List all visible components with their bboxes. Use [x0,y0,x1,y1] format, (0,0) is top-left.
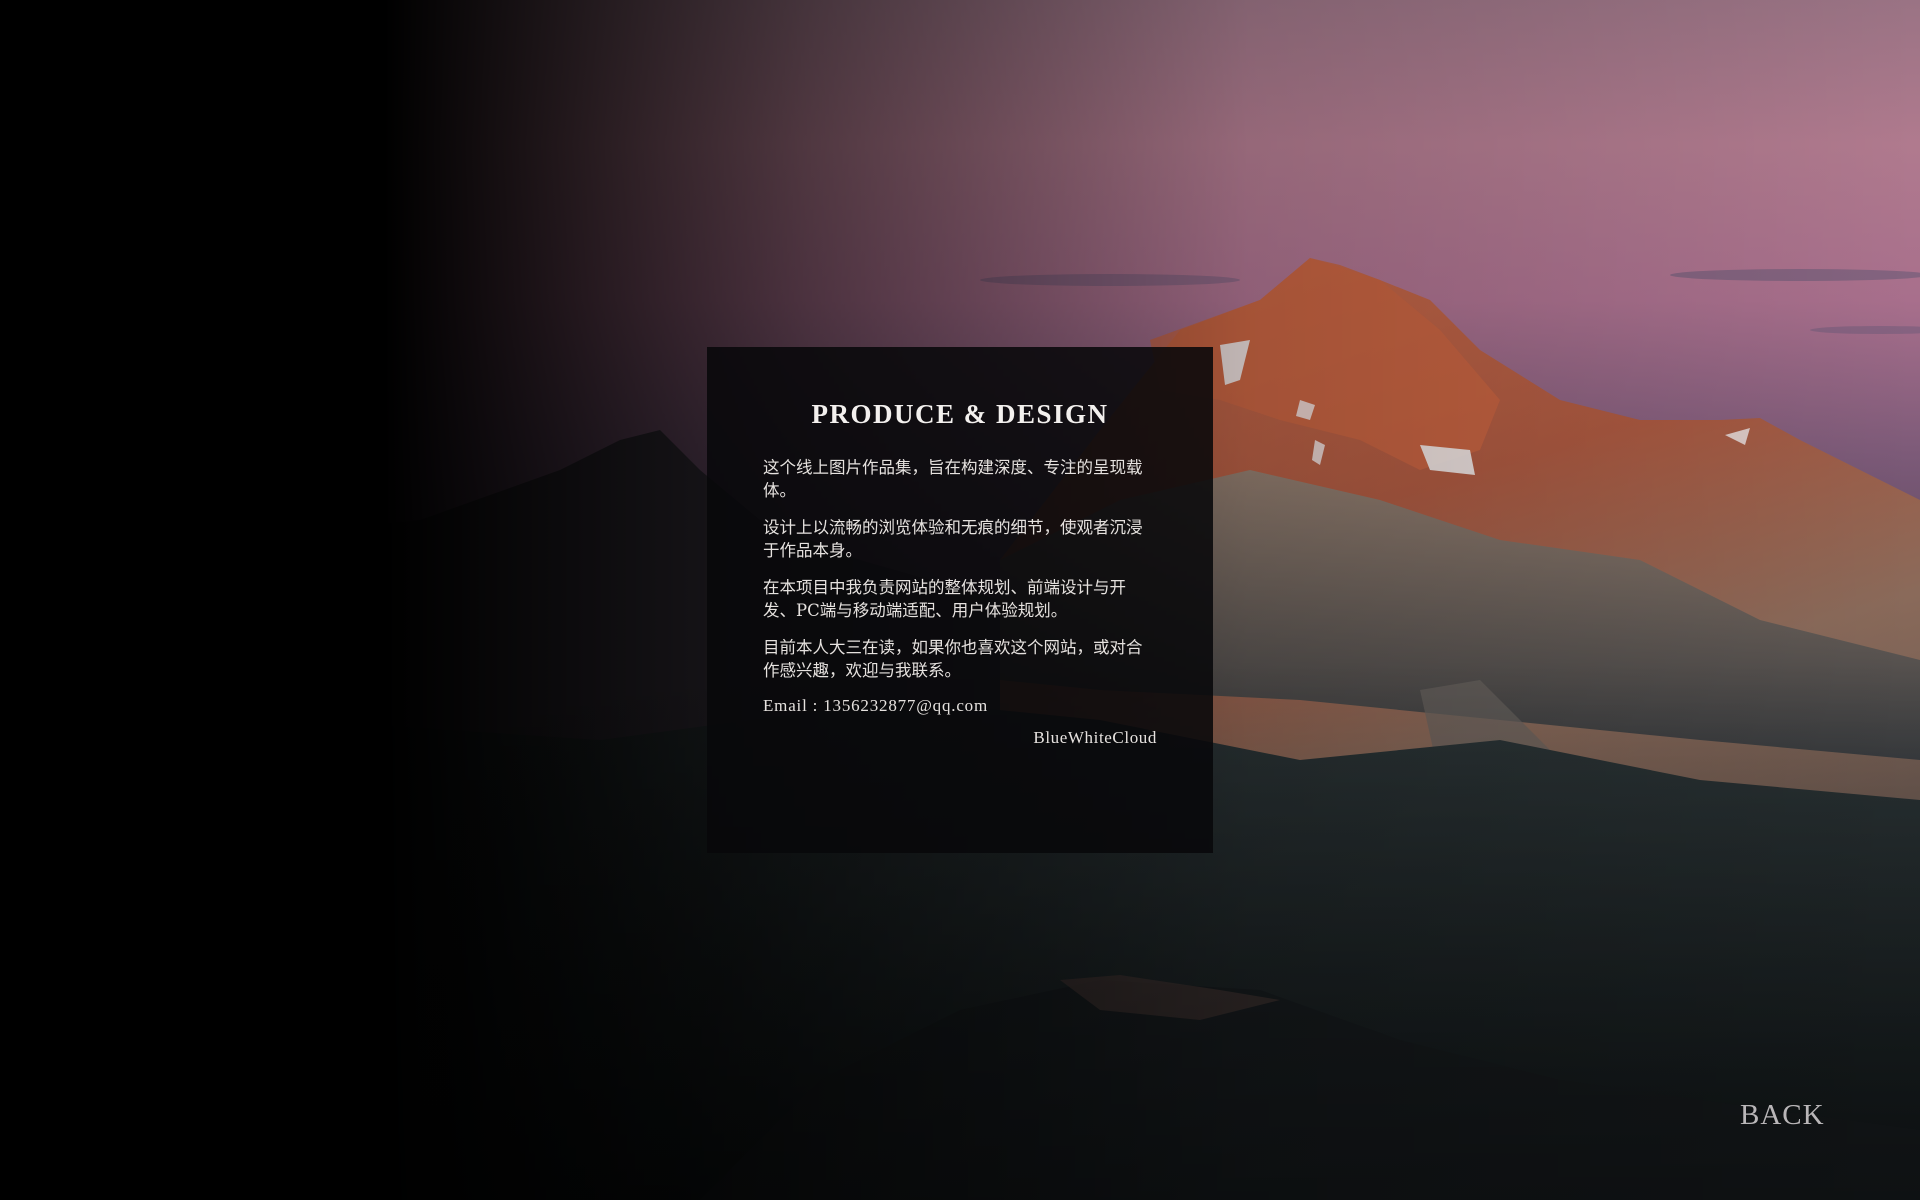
author-signature: BlueWhiteCloud [1033,728,1157,747]
about-info-box: PRODUCE & DESIGN 这个线上图片作品集，旨在构建深度、专注的呈现载… [707,347,1213,853]
info-paragraph-4: 目前本人大三在读，如果你也喜欢这个网站，或对合作感兴趣，欢迎与我联系。 [763,638,1143,680]
back-link[interactable]: BACK [1740,1099,1825,1132]
info-title: PRODUCE & DESIGN [811,399,1109,429]
info-paragraph-3: 在本项目中我负责网站的整体规划、前端设计与开发、PC端与移动端适配、用户体验规划… [763,578,1126,620]
info-paragraph-2: 设计上以流畅的浏览体验和无痕的细节，使观者沉浸于作品本身。 [763,518,1143,560]
about-page: PRODUCE & DESIGN 这个线上图片作品集，旨在构建深度、专注的呈现载… [0,0,1920,1200]
info-paragraph-1: 这个线上图片作品集，旨在构建深度、专注的呈现载体。 [763,458,1143,500]
contact-email: Email : 1356232877@qq.com [763,696,988,715]
